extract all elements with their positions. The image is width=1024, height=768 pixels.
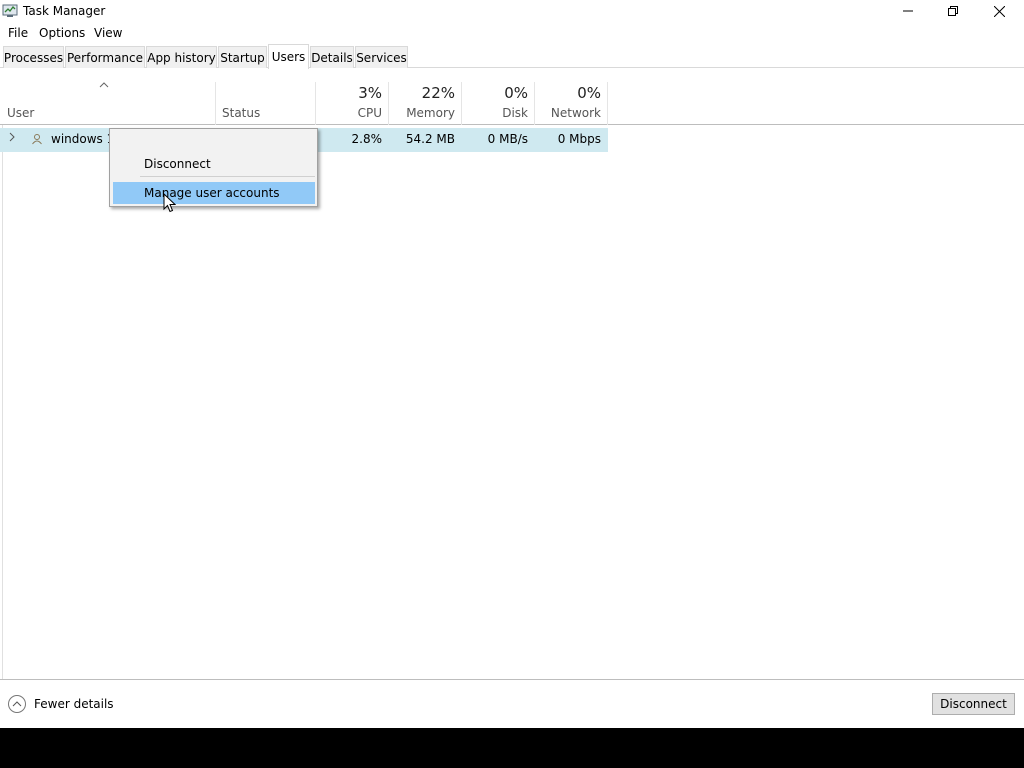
menu-item-manage-user-accounts[interactable]: Manage user accounts (113, 182, 315, 204)
close-icon (993, 5, 1005, 17)
tab-app-history[interactable]: App history (146, 46, 217, 68)
column-memory-label: Memory (406, 106, 455, 120)
disk-total: 0% (504, 84, 528, 102)
column-cpu[interactable]: 3% CPU (316, 82, 389, 125)
memory-total: 22% (421, 84, 455, 102)
column-user[interactable]: User (0, 82, 216, 125)
column-status-label: Status (222, 106, 261, 120)
context-menu: Disconnect Manage user accounts (109, 128, 318, 207)
task-manager-icon (2, 3, 18, 19)
tab-performance[interactable]: Performance (65, 46, 145, 68)
column-cpu-label: CPU (357, 106, 382, 120)
tab-services[interactable]: Services (355, 46, 408, 68)
menu-view[interactable]: View (94, 26, 122, 40)
menu-item-disconnect[interactable]: Disconnect (113, 153, 315, 175)
list-border (2, 125, 3, 679)
title-bar[interactable]: Task Manager (0, 0, 1024, 22)
menu-bar: File Options View (0, 23, 1024, 43)
column-disk-label: Disk (502, 106, 528, 120)
tab-users[interactable]: Users (268, 44, 309, 69)
row-cpu: 2.8% (351, 132, 383, 146)
footer-bar: Fewer details Disconnect (0, 679, 1024, 728)
minimize-button[interactable] (885, 0, 931, 22)
column-network[interactable]: 0% Network (535, 82, 608, 125)
column-memory[interactable]: 22% Memory (389, 82, 462, 125)
tab-processes[interactable]: Processes (3, 46, 64, 68)
network-total: 0% (577, 84, 601, 102)
row-network: 0 Mbps (557, 132, 601, 146)
mouse-cursor-icon (163, 192, 177, 216)
chevron-right-icon[interactable] (8, 131, 16, 146)
row-disk: 0 MB/s (487, 132, 528, 146)
window-title: Task Manager (23, 4, 106, 18)
menu-file[interactable]: File (8, 26, 28, 40)
minimize-icon (903, 10, 913, 12)
column-disk[interactable]: 0% Disk (462, 82, 535, 125)
tab-details[interactable]: Details (310, 46, 354, 68)
menu-options[interactable]: Options (39, 26, 85, 40)
restore-button[interactable] (930, 0, 976, 22)
cpu-total: 3% (358, 84, 382, 102)
fewer-details-link[interactable]: Fewer details (34, 697, 114, 711)
chevron-up-circle-icon[interactable] (8, 695, 26, 713)
tab-startup[interactable]: Startup (218, 46, 267, 68)
user-icon (31, 133, 43, 148)
restore-icon (948, 6, 958, 16)
row-memory: 54.2 MB (405, 132, 455, 146)
task-manager-window: Task Manager File Options View Processes… (0, 0, 1024, 728)
column-user-label: User (7, 106, 35, 120)
tab-strip: Processes Performance App history Startu… (0, 42, 1024, 69)
context-menu-divider (140, 176, 315, 177)
disconnect-button[interactable]: Disconnect (932, 693, 1015, 715)
column-network-label: Network (550, 106, 601, 120)
column-header: User Status 3% CPU 22% Memory 0% Disk 0%… (0, 68, 1024, 125)
close-button[interactable] (976, 0, 1022, 22)
column-status[interactable]: Status (216, 82, 316, 125)
